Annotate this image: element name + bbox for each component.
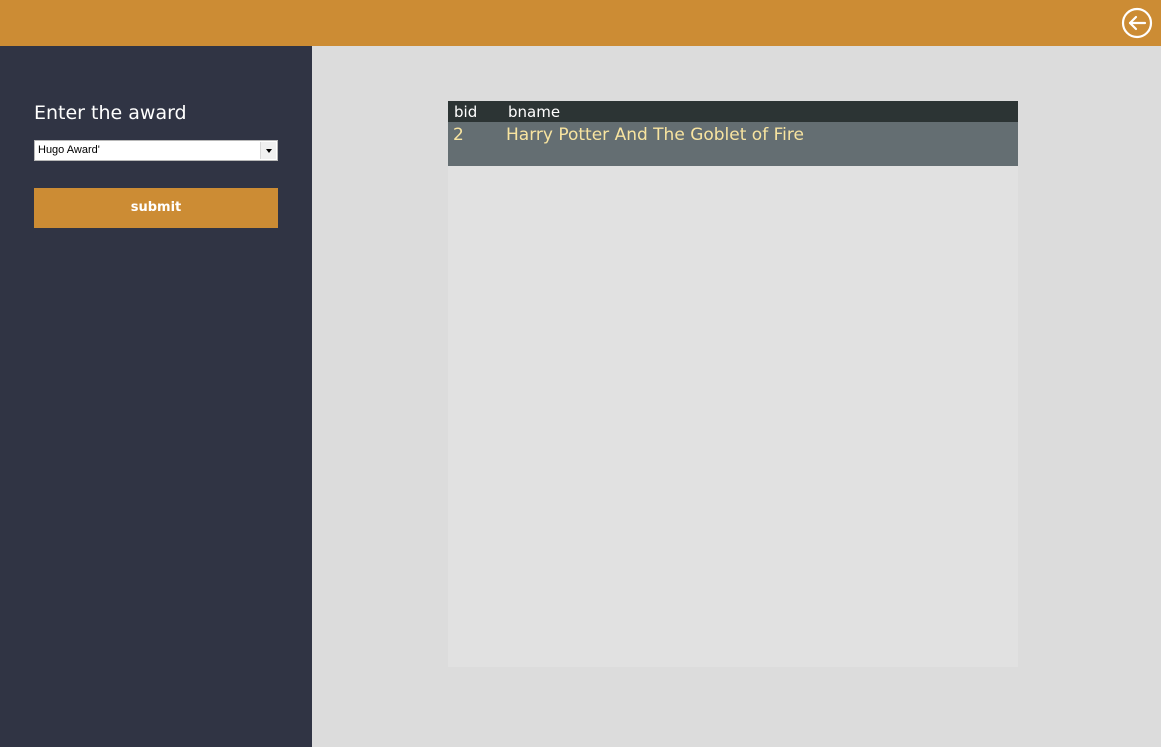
cell-bname: Harry Potter And The Goblet of Fire	[506, 125, 804, 145]
award-dropdown[interactable]: Hugo Award'	[34, 140, 278, 161]
submit-button[interactable]: submit	[34, 188, 278, 228]
back-button[interactable]	[1121, 7, 1153, 39]
top-bar	[0, 0, 1161, 46]
table-header: bid bname	[448, 101, 1018, 122]
column-header-bid[interactable]: bid	[454, 102, 477, 122]
cell-bid: 2	[453, 125, 464, 145]
table-row[interactable]: 2 Harry Potter And The Goblet of Fire	[448, 122, 1018, 166]
results-table[interactable]: bid bname 2 Harry Potter And The Goblet …	[448, 101, 1018, 667]
sidebar: Enter the award Hugo Award' submit	[0, 46, 312, 747]
award-label: Enter the award	[34, 102, 187, 124]
chevron-down-icon[interactable]	[260, 142, 276, 159]
award-dropdown-value: Hugo Award'	[38, 144, 100, 156]
column-header-bname[interactable]: bname	[508, 102, 560, 122]
app-window: Enter the award Hugo Award' submit bid b…	[0, 0, 1161, 747]
back-arrow-circle-icon	[1121, 7, 1153, 39]
